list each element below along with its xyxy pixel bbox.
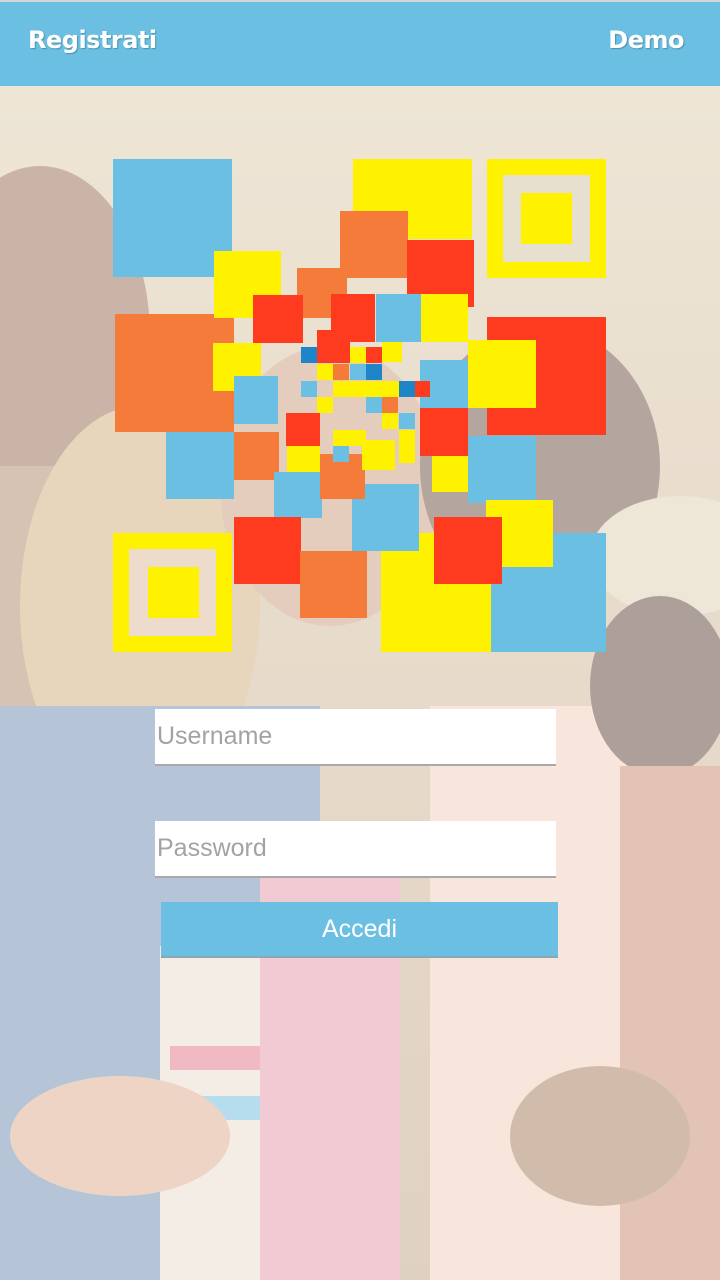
login-button[interactable]: Accedi: [161, 902, 558, 958]
password-input[interactable]: [155, 821, 556, 878]
username-input[interactable]: [155, 709, 556, 766]
demo-link[interactable]: Demo: [608, 26, 684, 54]
background-overlay: [0, 86, 720, 1280]
top-bar: Registrati Demo: [0, 0, 720, 86]
register-link[interactable]: Registrati: [28, 26, 157, 54]
